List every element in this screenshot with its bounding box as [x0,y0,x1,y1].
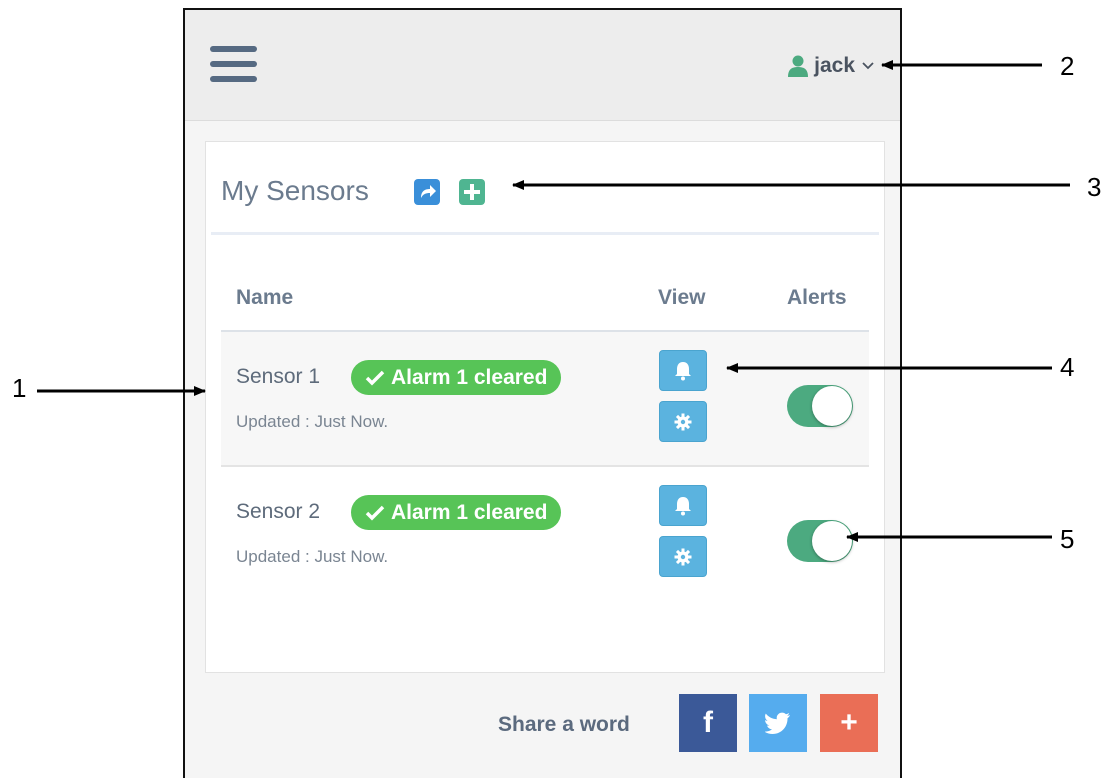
callout-label-2: 2 [1060,51,1075,81]
callout-label-4: 4 [1060,352,1075,382]
annotation-arrows [37,60,1070,542]
callout-label-1: 1 [12,373,27,403]
callout-label-3: 3 [1087,172,1102,202]
callout-label-5: 5 [1060,524,1075,554]
